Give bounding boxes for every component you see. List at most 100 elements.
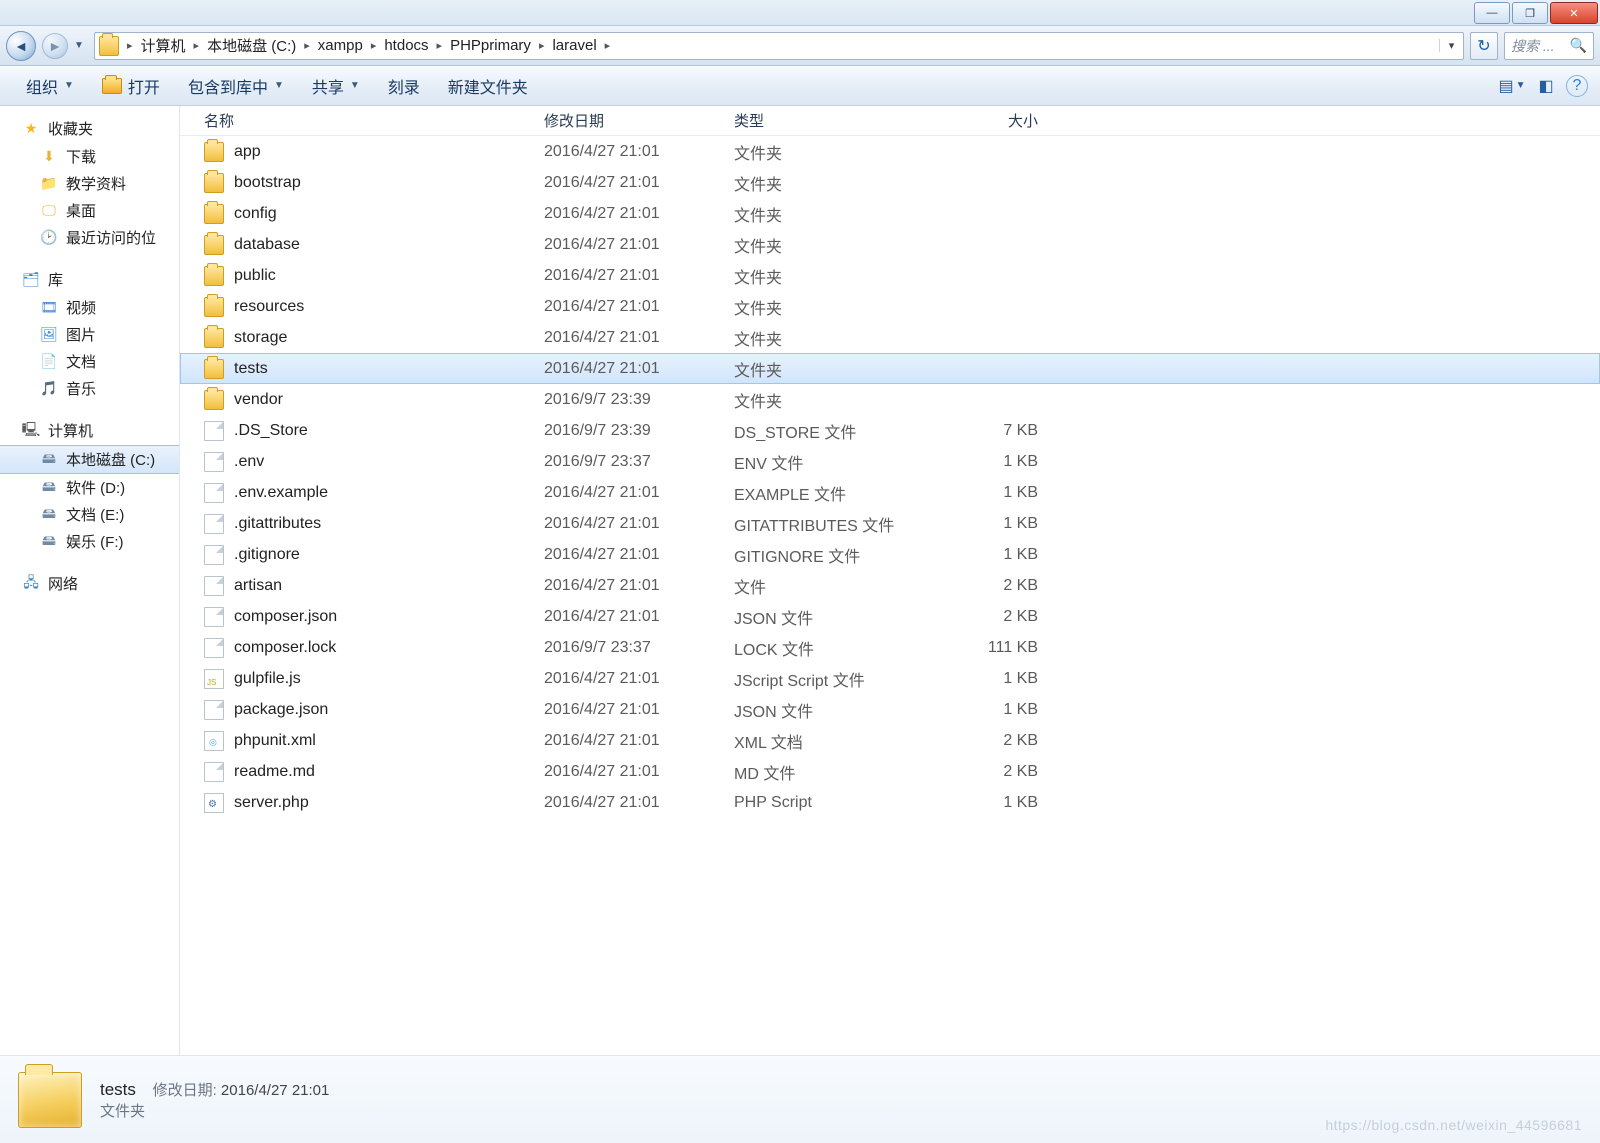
- breadcrumb-sep-icon[interactable]: ▸: [190, 33, 204, 59]
- search-input[interactable]: 搜索 ... 🔍: [1504, 32, 1594, 60]
- details-folder-icon: [18, 1072, 82, 1128]
- new-folder-button[interactable]: 新建文件夹: [434, 66, 542, 105]
- file-row[interactable]: bootstrap2016/4/27 21:01文件夹: [180, 167, 1600, 198]
- file-row[interactable]: storage2016/4/27 21:01文件夹: [180, 322, 1600, 353]
- file-row[interactable]: .gitattributes2016/4/27 21:01GITATTRIBUT…: [180, 508, 1600, 539]
- file-row[interactable]: composer.json2016/4/27 21:01JSON 文件2 KB: [180, 601, 1600, 632]
- file-row[interactable]: server.php2016/4/27 21:01PHP Script1 KB: [180, 787, 1600, 818]
- file-size: 2 KB: [934, 732, 1054, 750]
- file-row[interactable]: .DS_Store2016/9/7 23:39DS_STORE 文件7 KB: [180, 415, 1600, 446]
- file-row[interactable]: .env.example2016/4/27 21:01EXAMPLE 文件1 K…: [180, 477, 1600, 508]
- path-dropdown-button[interactable]: ▾: [1439, 39, 1463, 52]
- nav-item[interactable]: 🖴文档 (E:): [0, 501, 179, 528]
- file-icon: [204, 700, 224, 720]
- column-type[interactable]: 类型: [734, 110, 934, 131]
- view-mode-button[interactable]: ▤▼: [1498, 72, 1526, 100]
- nav-libraries-header[interactable]: 🗂库: [0, 265, 179, 294]
- close-button[interactable]: ✕: [1550, 2, 1598, 24]
- file-icon: [204, 731, 224, 751]
- share-menu[interactable]: 共享▼: [298, 66, 374, 105]
- nav-item[interactable]: ⬇下载: [0, 143, 179, 170]
- burn-button[interactable]: 刻录: [374, 66, 434, 105]
- preview-pane-button[interactable]: ◧: [1532, 72, 1560, 100]
- breadcrumb-sep-icon[interactable]: ▸: [601, 33, 615, 59]
- breadcrumb-segment[interactable]: 计算机: [137, 33, 190, 59]
- nav-item[interactable]: 🖵桌面: [0, 197, 179, 224]
- column-date[interactable]: 修改日期: [544, 110, 734, 131]
- nav-computer-header[interactable]: 🖳计算机: [0, 416, 179, 445]
- minimize-button[interactable]: —: [1474, 2, 1510, 24]
- file-type: PHP Script: [734, 794, 934, 812]
- nav-forward-button[interactable]: ►: [42, 33, 68, 59]
- maximize-button[interactable]: ❐: [1512, 2, 1548, 24]
- file-name: readme.md: [234, 763, 315, 781]
- nav-item[interactable]: 🎵音乐: [0, 375, 179, 402]
- nav-item[interactable]: 🖴娱乐 (F:): [0, 528, 179, 555]
- file-row[interactable]: database2016/4/27 21:01文件夹: [180, 229, 1600, 260]
- file-row[interactable]: package.json2016/4/27 21:01JSON 文件1 KB: [180, 694, 1600, 725]
- breadcrumb-sep-icon[interactable]: ▸: [123, 33, 137, 59]
- file-type: ENV 文件: [734, 450, 934, 474]
- file-name: artisan: [234, 577, 282, 595]
- file-row[interactable]: .gitignore2016/4/27 21:01GITIGNORE 文件1 K…: [180, 539, 1600, 570]
- breadcrumb-sep-icon[interactable]: ▸: [367, 33, 381, 59]
- file-name: server.php: [234, 794, 309, 812]
- nav-back-button[interactable]: ◄: [6, 31, 36, 61]
- nav-item[interactable]: 🎞视频: [0, 294, 179, 321]
- file-row[interactable]: app2016/4/27 21:01文件夹: [180, 136, 1600, 167]
- nav-item[interactable]: 📁教学资料: [0, 170, 179, 197]
- nav-item[interactable]: 🖴本地磁盘 (C:): [0, 445, 179, 474]
- file-date: 2016/4/27 21:01: [544, 143, 734, 161]
- network-icon: 🖧: [22, 575, 40, 593]
- breadcrumb-sep-icon[interactable]: ▸: [433, 33, 447, 59]
- breadcrumb-sep-icon[interactable]: ▸: [300, 33, 314, 59]
- file-row[interactable]: vendor2016/9/7 23:39文件夹: [180, 384, 1600, 415]
- nav-item[interactable]: 🕑最近访问的位: [0, 224, 179, 251]
- toolbar: 组织▼ 打开 包含到库中▼ 共享▼ 刻录 新建文件夹 ▤▼ ◧ ?: [0, 66, 1600, 106]
- file-name: .gitattributes: [234, 515, 321, 533]
- column-name[interactable]: 名称: [204, 110, 544, 131]
- breadcrumb-segment[interactable]: laravel: [548, 33, 600, 59]
- file-name: composer.lock: [234, 639, 336, 657]
- file-row[interactable]: gulpfile.js2016/4/27 21:01JScript Script…: [180, 663, 1600, 694]
- nav-history-dropdown[interactable]: ▼: [74, 40, 88, 51]
- breadcrumb-segment[interactable]: xampp: [314, 33, 367, 59]
- breadcrumb-segment[interactable]: 本地磁盘 (C:): [203, 33, 300, 59]
- file-date: 2016/4/27 21:01: [544, 701, 734, 719]
- help-button[interactable]: ?: [1566, 75, 1588, 97]
- include-in-library-menu[interactable]: 包含到库中▼: [174, 66, 298, 105]
- nav-item-icon: 🖴: [40, 451, 58, 469]
- file-row[interactable]: public2016/4/27 21:01文件夹: [180, 260, 1600, 291]
- nav-item-icon: 🖵: [40, 202, 58, 220]
- file-row[interactable]: composer.lock2016/9/7 23:37LOCK 文件111 KB: [180, 632, 1600, 663]
- column-size[interactable]: 大小: [934, 110, 1054, 131]
- file-row[interactable]: resources2016/4/27 21:01文件夹: [180, 291, 1600, 322]
- column-headers: 名称 修改日期 类型 大小: [180, 106, 1600, 136]
- file-row[interactable]: tests2016/4/27 21:01文件夹: [180, 353, 1600, 384]
- file-name: composer.json: [234, 608, 337, 626]
- file-date: 2016/4/27 21:01: [544, 670, 734, 688]
- open-button[interactable]: 打开: [88, 66, 174, 105]
- breadcrumb-sep-icon[interactable]: ▸: [535, 33, 549, 59]
- file-row[interactable]: .env2016/9/7 23:37ENV 文件1 KB: [180, 446, 1600, 477]
- file-type: 文件夹: [734, 233, 934, 257]
- nav-network-header[interactable]: 🖧网络: [0, 569, 179, 598]
- file-list-pane: 名称 修改日期 类型 大小 app2016/4/27 21:01文件夹boots…: [180, 106, 1600, 1055]
- breadcrumb-segment[interactable]: htdocs: [380, 33, 432, 59]
- breadcrumb: 计算机▸本地磁盘 (C:)▸xampp▸htdocs▸PHPprimary▸la…: [137, 33, 615, 59]
- file-row[interactable]: phpunit.xml2016/4/27 21:01XML 文档2 KB: [180, 725, 1600, 756]
- folder-icon: [99, 36, 119, 56]
- file-row[interactable]: readme.md2016/4/27 21:01MD 文件2 KB: [180, 756, 1600, 787]
- nav-item[interactable]: 📄文档: [0, 348, 179, 375]
- path-box[interactable]: ▸ 计算机▸本地磁盘 (C:)▸xampp▸htdocs▸PHPprimary▸…: [94, 32, 1464, 60]
- file-row[interactable]: artisan2016/4/27 21:01文件2 KB: [180, 570, 1600, 601]
- nav-item-icon: 🖴: [40, 533, 58, 551]
- file-row[interactable]: config2016/4/27 21:01文件夹: [180, 198, 1600, 229]
- breadcrumb-segment[interactable]: PHPprimary: [446, 33, 535, 59]
- nav-favorites-header[interactable]: ★收藏夹: [0, 114, 179, 143]
- file-date: 2016/4/27 21:01: [544, 360, 734, 378]
- nav-item[interactable]: 🖼图片: [0, 321, 179, 348]
- refresh-button[interactable]: ↻: [1470, 32, 1498, 60]
- nav-item[interactable]: 🖴软件 (D:): [0, 474, 179, 501]
- organize-menu[interactable]: 组织▼: [12, 66, 88, 105]
